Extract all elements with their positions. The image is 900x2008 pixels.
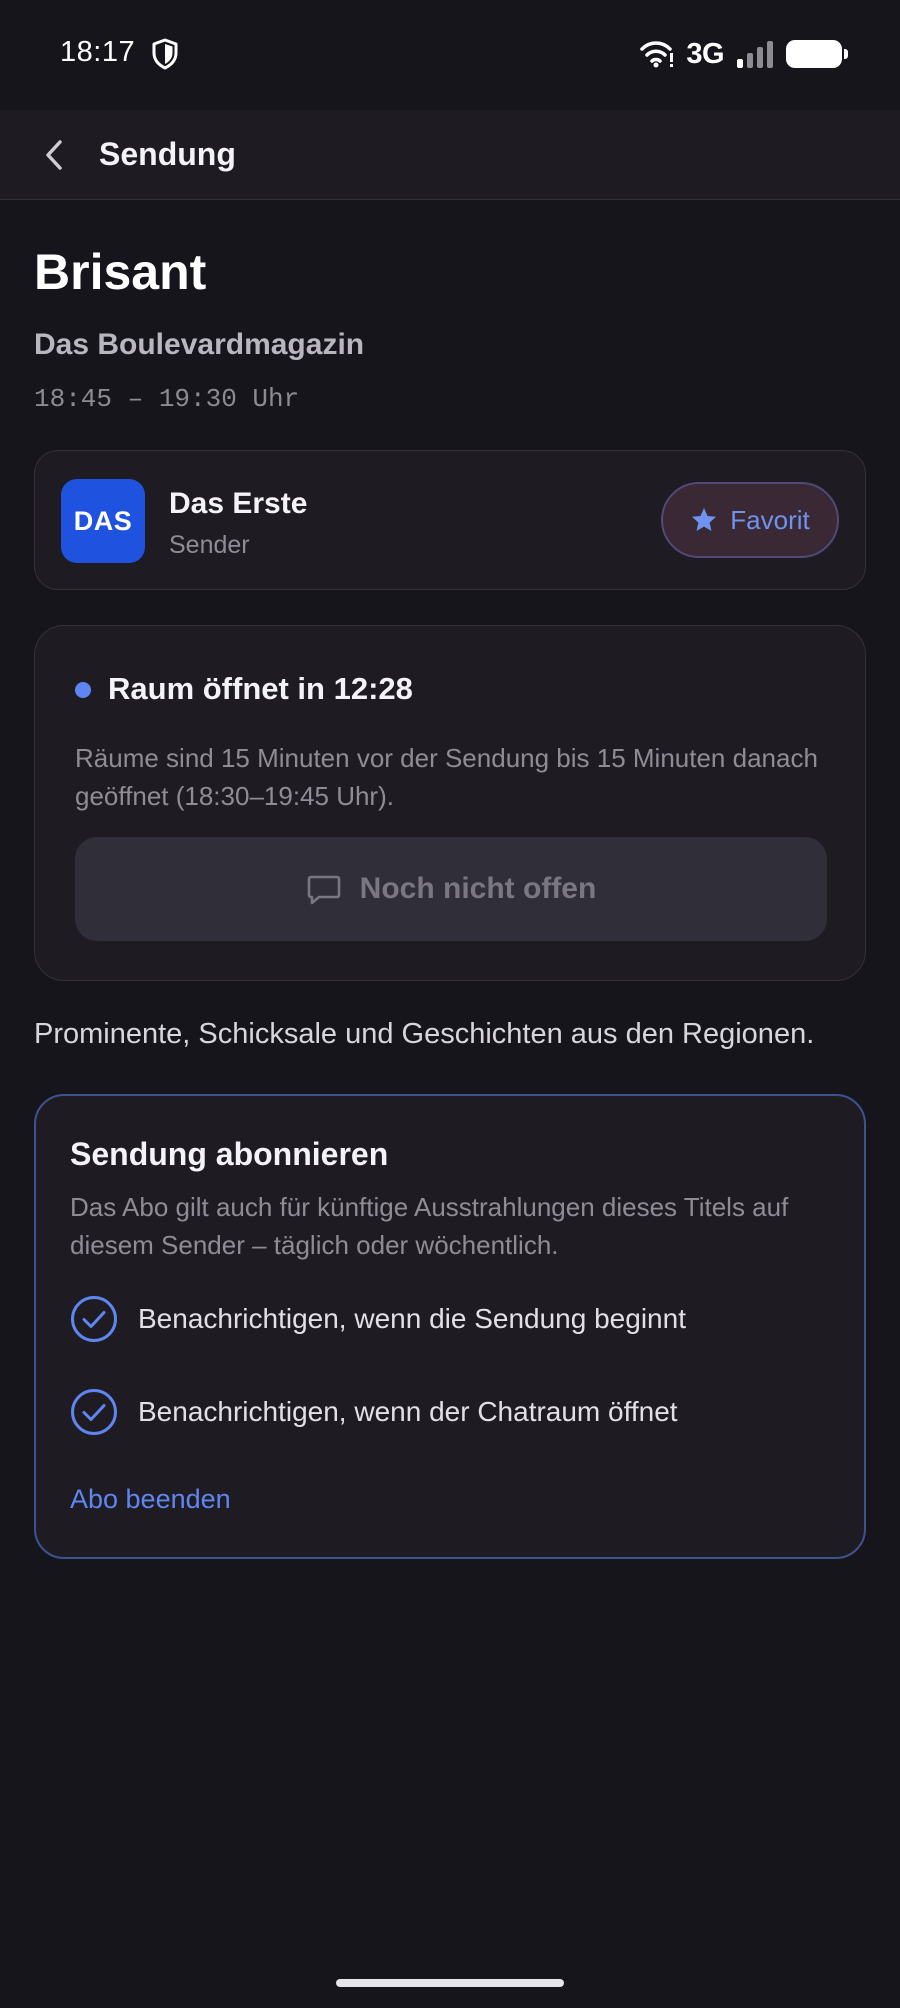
channel-role: Sender <box>169 531 250 559</box>
end-subscription-link[interactable]: Abo beenden <box>70 1484 231 1515</box>
notify-start-option[interactable]: Benachrichtigen, wenn die Sendung beginn… <box>70 1295 686 1343</box>
status-bar: 18:17 3G <box>0 0 900 110</box>
show-description: Prominente, Schicksale und Geschichten a… <box>34 1018 815 1050</box>
page-title: Sendung <box>99 136 236 172</box>
favorite-label: Favorit <box>730 504 810 535</box>
room-info: Räume sind 15 Minuten vor der Sendung bi… <box>75 743 818 811</box>
join-room-button[interactable]: Noch nicht offen <box>75 837 827 941</box>
channel-card: DAS Das Erste Sender Favorit <box>34 450 866 590</box>
status-time: 18:17 <box>60 36 136 68</box>
shield-icon <box>152 38 178 70</box>
wifi-icon <box>640 41 674 68</box>
chatroom-card: Raum öffnet in 12:28 Räume sind 15 Minut… <box>34 625 866 981</box>
network-type: 3G <box>686 37 724 70</box>
channel-logo: DAS <box>61 479 145 563</box>
room-status: Raum öffnet in 12:28 <box>108 671 413 706</box>
subscription-info: Das Abo gilt auch für künftige Ausstrahl… <box>70 1192 789 1260</box>
notify-start-label: Benachrichtigen, wenn die Sendung beginn… <box>138 1303 686 1334</box>
check-circle-icon[interactable] <box>70 1295 118 1343</box>
show-title: Brisant <box>34 244 207 300</box>
battery-icon <box>786 40 848 68</box>
notify-room-option[interactable]: Benachrichtigen, wenn der Chatraum öffne… <box>70 1388 678 1436</box>
favorite-button[interactable]: Favorit <box>661 482 839 558</box>
chat-bubble-icon <box>307 875 340 905</box>
screen: 18:17 3G Sendung Brisant Das Boulevardma… <box>0 0 900 2008</box>
status-icons: 3G <box>640 36 848 72</box>
show-subtitle: Das Boulevardmagazin <box>34 328 365 361</box>
check-circle-icon[interactable] <box>70 1388 118 1436</box>
chevron-left-icon <box>46 140 62 170</box>
join-room-label: Noch nicht offen <box>359 872 597 905</box>
back-button[interactable] <box>36 132 72 178</box>
notify-room-label: Benachrichtigen, wenn der Chatraum öffne… <box>138 1396 678 1427</box>
home-indicator[interactable] <box>336 1979 564 1987</box>
app-bar: Sendung <box>0 110 900 200</box>
star-icon <box>692 508 717 531</box>
signal-icon <box>737 41 773 68</box>
status-dot <box>75 682 91 698</box>
show-time: 18:45 – 19:30 Uhr <box>34 384 300 414</box>
channel-name: Das Erste <box>169 487 308 520</box>
subscription-title: Sendung abonnieren <box>70 1136 389 1172</box>
subscription-card: Sendung abonnieren Das Abo gilt auch für… <box>34 1094 866 1559</box>
